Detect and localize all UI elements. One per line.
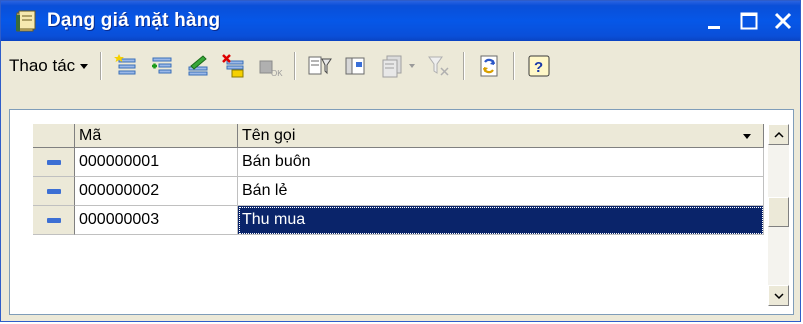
chevron-down-icon[interactable]	[409, 64, 416, 68]
toolbar-separator	[463, 52, 466, 80]
refresh-icon[interactable]	[474, 51, 504, 81]
chevron-down-icon	[80, 63, 89, 69]
actions-menu-button[interactable]: Thao tác	[5, 51, 94, 81]
title-bar[interactable]: Dạng giá mặt hàng	[1, 1, 800, 41]
table-row-selected[interactable]: 000000003 Thu mua	[33, 206, 764, 235]
clear-filter-icon[interactable]	[424, 51, 454, 81]
row-marker-icon	[46, 159, 61, 165]
data-grid: Mã Tên gọi 000000001 Bán buôn 000000002 …	[33, 124, 764, 306]
toolbar-separator	[513, 52, 516, 80]
cell-name[interactable]: Bán lẻ	[238, 177, 764, 206]
minimize-icon[interactable]	[698, 4, 732, 38]
filter-icon[interactable]	[305, 51, 335, 81]
table-row[interactable]: 000000002 Bán lẻ	[33, 177, 764, 206]
toolbar: Thao tác OK ?	[5, 47, 796, 85]
form-icon[interactable]	[341, 51, 371, 81]
cell-name[interactable]: Bán buôn	[238, 148, 764, 177]
cell-code[interactable]: 000000001	[75, 148, 238, 177]
catalog-book-icon	[13, 8, 39, 34]
close-icon[interactable]	[766, 4, 800, 38]
chevron-down-icon	[773, 292, 784, 299]
column-header-name[interactable]: Tên gọi	[238, 124, 764, 148]
cell-name[interactable]: Thu mua	[238, 206, 764, 235]
row-marker-icon	[46, 217, 61, 223]
row-indicator[interactable]	[33, 177, 75, 206]
column-header-code[interactable]: Mã	[75, 124, 238, 148]
scroll-thumb[interactable]	[768, 197, 789, 227]
table-row[interactable]: 000000001 Bán buôn	[33, 148, 764, 177]
data-grid-frame: Mã Tên gọi 000000001 Bán buôn 000000002 …	[9, 109, 794, 315]
toolbar-separator	[100, 52, 103, 80]
copy-dropdown-icon[interactable]	[377, 51, 407, 81]
add-record-icon[interactable]	[111, 51, 141, 81]
actions-menu-label: Thao tác	[9, 56, 76, 75]
edit-icon[interactable]	[183, 51, 213, 81]
vertical-scrollbar[interactable]	[768, 124, 789, 306]
cell-code[interactable]: 000000003	[75, 206, 238, 235]
svg-text:?: ?	[534, 59, 543, 76]
ok-icon[interactable]: OK	[255, 51, 285, 81]
svg-text:OK: OK	[271, 69, 283, 78]
window-title: Dạng giá mặt hàng	[47, 10, 221, 31]
chevron-up-icon	[773, 131, 784, 138]
row-indicator[interactable]	[33, 148, 75, 177]
chevron-down-icon[interactable]	[743, 134, 751, 139]
scroll-up-button[interactable]	[768, 124, 789, 145]
row-indicator[interactable]	[33, 206, 75, 235]
column-header-name-label: Tên gọi	[242, 127, 296, 144]
maximize-icon[interactable]	[732, 4, 766, 38]
cell-code[interactable]: 000000002	[75, 177, 238, 206]
delete-icon[interactable]	[219, 51, 249, 81]
catalog-window: Dạng giá mặt hàng Thao tác OK ? Mã Tên g…	[0, 0, 801, 322]
row-indicator-header	[33, 124, 75, 148]
help-icon[interactable]: ?	[524, 51, 554, 81]
add-child-icon[interactable]	[147, 51, 177, 81]
toolbar-separator	[294, 52, 297, 80]
row-marker-icon	[46, 188, 61, 194]
scroll-down-button[interactable]	[768, 285, 789, 306]
